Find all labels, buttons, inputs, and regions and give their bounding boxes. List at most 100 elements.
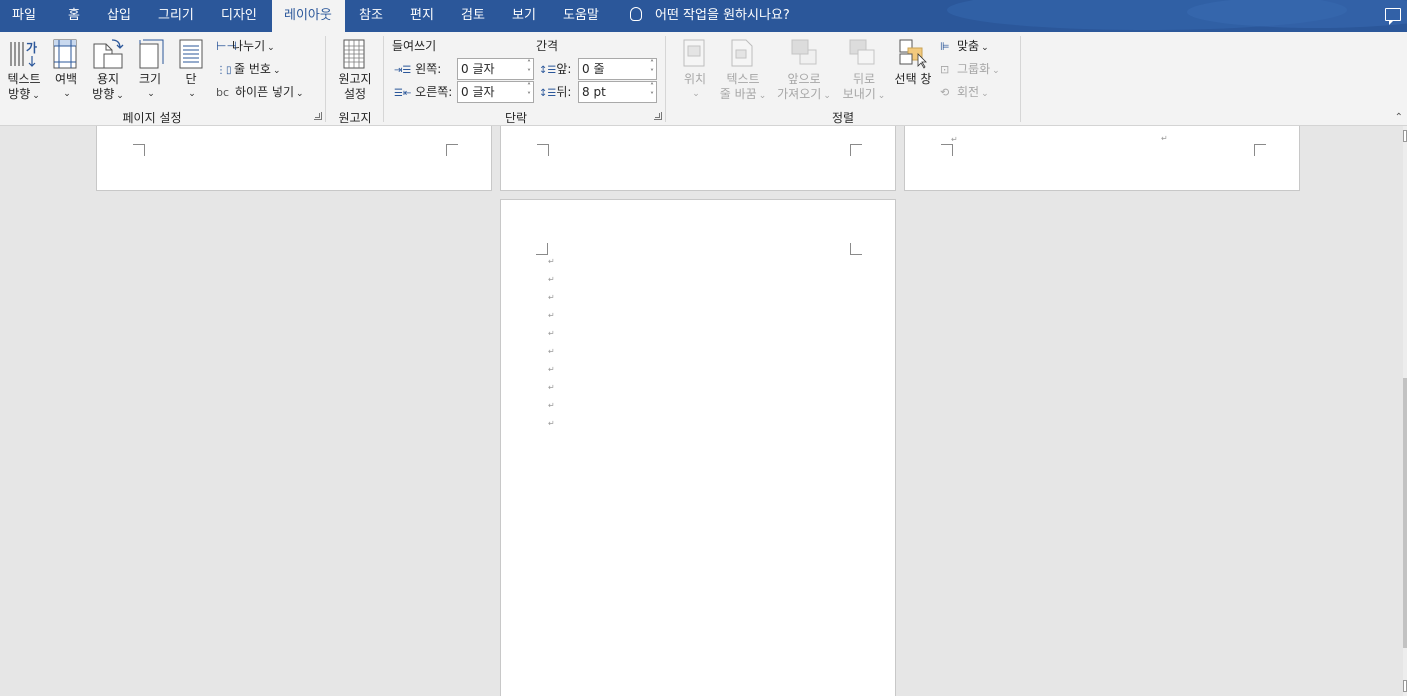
bring-forward-label-1: 앞으로 — [787, 72, 821, 86]
orientation-label-2: 방향 — [92, 87, 115, 101]
tab-review[interactable]: 검토 — [449, 0, 497, 32]
paragraph-mark: ↵ — [548, 275, 555, 284]
group-separator — [325, 36, 326, 122]
rotate-label: 회전 — [957, 85, 980, 99]
tab-draw[interactable]: 그리기 — [146, 0, 206, 32]
breaks-button[interactable]: ⊢⊣나누기 ⌄ — [216, 37, 275, 55]
send-backward-button[interactable]: 뒤로 보내기 ⌄ — [838, 72, 890, 104]
page[interactable] — [96, 126, 492, 191]
bring-forward-icon — [790, 38, 820, 70]
tab-layout[interactable]: 레이아웃 — [272, 0, 345, 32]
manuscript-group-label: 원고지 — [338, 111, 372, 125]
line-numbers-icon: ⋮▯ — [216, 65, 232, 76]
margins-button[interactable]: 여백 ⌄ — [50, 72, 82, 102]
spinner-arrows-icon[interactable]: ˄ ˅ — [650, 82, 654, 100]
align-label: 맞춤 — [957, 39, 980, 53]
group-icon: ⊡ — [940, 63, 950, 76]
tab-help[interactable]: 도움말 — [551, 0, 611, 32]
chevron-down-icon: ⌄ — [116, 91, 124, 101]
tab-home[interactable]: 홈 — [56, 0, 92, 32]
group-label: 그룹화 — [957, 62, 991, 76]
tab-insert[interactable]: 삽입 — [95, 0, 143, 32]
indent-left-icon: ⇥☰ — [394, 65, 412, 76]
columns-icon — [178, 38, 206, 70]
tab-design[interactable]: 디자인 — [209, 0, 269, 32]
paragraph-dialog-launcher-icon[interactable] — [654, 112, 662, 120]
spinner-arrows-icon[interactable]: ˄ ˅ — [650, 59, 654, 77]
arrange-group-label: 정렬 — [831, 111, 855, 125]
hyphenation-button[interactable]: bc 하이픈 넣기 ⌄ — [216, 83, 304, 101]
spacing-before-icon: ↕☰ — [539, 65, 557, 76]
wrap-text-icon — [730, 38, 756, 70]
indent-left-value: 0 글자 — [461, 62, 495, 76]
manuscript-settings-button[interactable]: 원고지 설정 — [334, 72, 376, 102]
group-separator — [665, 36, 666, 122]
collapse-ribbon-icon[interactable]: ⌃ — [1395, 112, 1403, 123]
scrollbar-thumb[interactable] — [1403, 378, 1407, 648]
group-separator — [383, 36, 384, 122]
indent-right-value: 0 글자 — [461, 85, 495, 99]
text-direction-label-2: 방향 — [8, 87, 31, 101]
group-separator — [1020, 36, 1021, 122]
manuscript-icon — [341, 38, 369, 70]
chevron-down-icon: ⌄ — [692, 89, 700, 99]
page[interactable] — [500, 126, 896, 191]
position-button[interactable]: 위치 ⌄ — [680, 72, 710, 102]
indent-left-input[interactable]: 0 글자 ˄ ˅ — [457, 58, 534, 80]
paragraph-mark: ↵ — [1161, 134, 1168, 143]
size-icon — [137, 38, 165, 70]
tab-references[interactable]: 참조 — [347, 0, 395, 32]
orientation-label-1: 용지 — [96, 72, 120, 86]
line-numbers-label: 줄 번호 — [234, 62, 271, 76]
wrap-text-button[interactable]: 텍스트 줄 바꿈 ⌄ — [714, 72, 772, 104]
line-numbers-button[interactable]: ⋮▯ 줄 번호 ⌄ — [216, 60, 280, 78]
indent-left-label: ⇥☰ 왼쪽: — [394, 62, 442, 76]
chevron-down-icon: ⌄ — [32, 91, 40, 101]
tab-view[interactable]: 보기 — [500, 0, 548, 32]
margins-label: 여백 — [54, 72, 78, 86]
tab-file[interactable]: 파일 — [0, 0, 48, 32]
text-direction-icon: 가 — [8, 38, 40, 70]
chevron-down-icon: ⌄ — [992, 66, 1000, 76]
chevron-down-icon: ⌄ — [272, 66, 281, 76]
chevron-down-icon: ⌄ — [981, 43, 989, 53]
current-page[interactable]: ↵ ↵ ↵ ↵ ↵ ↵ ↵ ↵ ↵ ↵ — [500, 199, 896, 696]
selection-pane-label: 선택 창 — [894, 72, 932, 86]
ribbon: 가 텍스트 방향 ⌄ 여백 ⌄ 용지 방향 ⌄ 크기 ⌄ 단 ⌄ ⊢⊣나누기 ⌄ ⋮▯… — [0, 32, 1407, 126]
paragraph-group-label: 단락 — [504, 111, 528, 125]
indent-right-icon: ☰⇤ — [394, 88, 412, 99]
spinner-arrows-icon[interactable]: ˄ ˅ — [527, 82, 531, 100]
tab-mailings[interactable]: 편지 — [398, 0, 446, 32]
page-setup-dialog-launcher-icon[interactable] — [314, 112, 322, 120]
chevron-down-icon: ⌄ — [188, 89, 196, 99]
bring-forward-label-2: 가져오기 — [777, 87, 822, 101]
indent-right-input[interactable]: 0 글자 ˄ ˅ — [457, 81, 534, 103]
rotate-button[interactable]: ⟲ 회전 ⌄ — [940, 83, 989, 101]
selection-pane-button[interactable]: 선택 창 — [892, 72, 934, 87]
text-direction-button[interactable]: 텍스트 방향 ⌄ — [4, 72, 44, 104]
scroll-up-icon[interactable] — [1403, 130, 1407, 142]
send-backward-label-2: 보내기 — [842, 87, 876, 101]
comments-icon[interactable] — [1385, 8, 1401, 25]
bring-forward-button[interactable]: 앞으로 가져오기 ⌄ — [774, 72, 834, 104]
vertical-scrollbar[interactable] — [1403, 126, 1407, 696]
wrap-text-label-1: 텍스트 — [726, 72, 760, 86]
selection-pane-icon — [898, 38, 928, 70]
align-button[interactable]: ⊫ 맞춤 ⌄ — [940, 37, 989, 55]
spacing-after-label: ↕☰뒤: — [539, 85, 572, 99]
page[interactable]: ↵ ↵ — [904, 126, 1300, 191]
spinner-arrows-icon[interactable]: ˄ ˅ — [527, 59, 531, 77]
scroll-down-icon[interactable] — [1403, 680, 1407, 692]
crop-mark — [133, 144, 145, 156]
group-button[interactable]: ⊡ 그룹화 ⌄ — [940, 60, 1000, 78]
size-button[interactable]: 크기 ⌄ — [134, 72, 166, 102]
spacing-before-input[interactable]: 0 줄 ˄ ˅ — [578, 58, 657, 80]
svg-text:가: 가 — [26, 40, 37, 55]
lightbulb-icon — [630, 7, 642, 21]
hyphenation-label: 하이픈 넣기 — [235, 85, 295, 99]
columns-button[interactable]: 단 ⌄ — [176, 72, 206, 102]
orientation-button[interactable]: 용지 방향 ⌄ — [88, 72, 128, 104]
tell-me-search[interactable]: 어떤 작업을 원하시나요? — [626, 0, 790, 32]
breaks-label: 나누기 — [232, 39, 266, 53]
spacing-after-input[interactable]: 8 pt ˄ ˅ — [578, 81, 657, 103]
